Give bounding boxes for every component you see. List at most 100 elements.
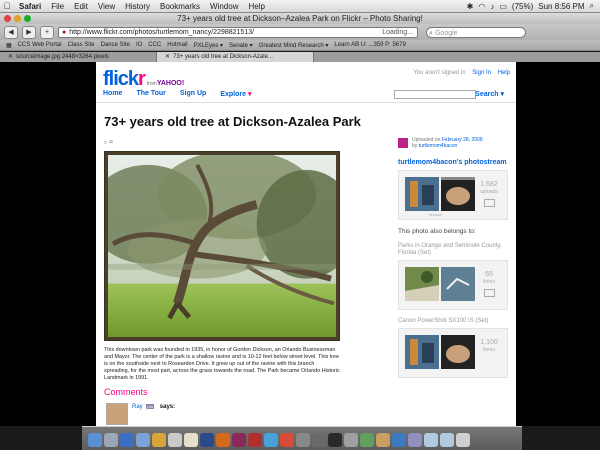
sign-in-link[interactable]: Sign In [472, 70, 491, 76]
bookmark-item[interactable]: Greatest Mind Research ▾ [259, 42, 329, 49]
bookmark-item[interactable]: Hotmail [167, 42, 187, 48]
bluetooth-icon[interactable]: ✱ [467, 2, 474, 11]
set1-box[interactable]: 65 items [398, 260, 508, 310]
set2-title[interactable]: Canon PowerShot SX100 IS (Set) [398, 318, 510, 325]
upload-info: Uploaded on February 28, 2008 by turtlem… [398, 137, 510, 155]
ichat-icon[interactable] [152, 433, 166, 447]
documents-folder-icon[interactable] [440, 433, 454, 447]
tab-flickr[interactable]: ✕ 73+ years old tree at Dickson-Azale... [157, 52, 314, 62]
utility-icon[interactable] [344, 433, 358, 447]
google-search-input[interactable]: ⌕ Google [426, 26, 526, 38]
downloads-folder-icon[interactable] [424, 433, 438, 447]
menu-edit[interactable]: Edit [69, 2, 93, 11]
bookmark-item[interactable]: IO [136, 42, 142, 48]
mail-icon[interactable] [136, 433, 150, 447]
system-preferences-icon[interactable] [312, 433, 326, 447]
wifi-icon[interactable]: ◠ [478, 2, 485, 11]
acrobat-icon[interactable] [248, 433, 262, 447]
tab-sourceimage[interactable]: ✕ sourceimage.jpg 2448×3264 pixels [0, 52, 157, 62]
add-bookmark-button[interactable]: + [40, 25, 54, 39]
nav-signup[interactable]: Sign Up [180, 90, 206, 98]
bookmark-item[interactable]: Class Site [68, 42, 95, 48]
app-icon[interactable] [376, 433, 390, 447]
menu-history[interactable]: History [120, 2, 155, 11]
bookmark-item[interactable]: Dance Site [101, 42, 130, 48]
menu-window[interactable]: Window [205, 2, 243, 11]
bookmark-item[interactable]: Learn AB U: ...359 P: 5679 [334, 42, 405, 48]
set1-thumb-current[interactable] [441, 267, 475, 301]
set2-box[interactable]: 1,100 items [398, 328, 508, 378]
spotlight-icon[interactable]: ⌕ [590, 1, 594, 11]
set2-thumb-prev[interactable] [405, 335, 439, 369]
address-bar[interactable]: ● http://www.flickr.com/photos/turtlemom… [58, 26, 418, 38]
owner-link[interactable]: turtlemom4bacon [419, 143, 458, 149]
bookmarks-grid-icon[interactable]: ▦ [6, 42, 12, 49]
comment-item: Ray pro says: [104, 403, 340, 425]
flickr-logo[interactable]: flickr fromYAHOO! [103, 68, 184, 91]
set1-title[interactable]: Parks in Orange and Seminole County, Flo… [398, 243, 510, 257]
avatar[interactable] [398, 138, 408, 148]
bookmark-item[interactable]: CCS Web Portal [18, 42, 62, 48]
illustrator-icon[interactable] [216, 433, 230, 447]
minimize-window-icon[interactable] [14, 15, 21, 22]
preview-icon[interactable] [296, 433, 310, 447]
close-tab-icon[interactable]: ✕ [165, 54, 170, 60]
dock [82, 426, 522, 450]
slideshow-icon[interactable] [483, 289, 495, 297]
address-url: http://www.flickr.com/photos/turtlemom_n… [69, 28, 255, 36]
photostream-title[interactable]: turtlemom4bacon's photostream [398, 159, 510, 167]
safari-icon[interactable] [120, 433, 134, 447]
set1-thumb-prev[interactable] [405, 267, 439, 301]
nav-home[interactable]: Home [103, 90, 122, 98]
forward-button[interactable]: ▶ [22, 25, 36, 39]
trash-icon[interactable] [456, 433, 470, 447]
app-icon[interactable] [360, 433, 374, 447]
photostream-count: 1,682 uploads [479, 181, 499, 207]
flash-icon[interactable] [280, 433, 294, 447]
photostream-thumb-prev[interactable] [405, 177, 439, 211]
menubar-clock[interactable]: Sun 8:56 PM [538, 2, 584, 11]
back-button[interactable]: ◀ [4, 25, 18, 39]
flickr-search-input[interactable] [394, 90, 476, 99]
address-book-icon[interactable] [168, 433, 182, 447]
menu-bookmarks[interactable]: Bookmarks [155, 2, 205, 11]
close-tab-icon[interactable]: ✕ [8, 54, 13, 60]
close-window-icon[interactable] [4, 15, 11, 22]
indesign-icon[interactable] [232, 433, 246, 447]
app-icon[interactable] [408, 433, 422, 447]
main-photo[interactable] [104, 151, 340, 341]
slideshow-icon[interactable] [483, 199, 495, 207]
app-icon[interactable] [392, 433, 406, 447]
menu-safari[interactable]: Safari [14, 2, 46, 11]
ical-icon[interactable] [184, 433, 198, 447]
photoshop-icon[interactable] [200, 433, 214, 447]
bookmark-item[interactable]: PXLEyes ▾ [194, 42, 223, 49]
finder-icon[interactable] [88, 433, 102, 447]
zoom-window-icon[interactable] [24, 15, 31, 22]
photo-tools-icon[interactable]: ⌕ ✉ [104, 140, 113, 147]
photostream-thumb-current[interactable] [441, 177, 475, 211]
apple-icon[interactable]:  [0, 1, 14, 11]
flickr-search-button[interactable]: Search ▾ [475, 90, 504, 98]
set2-thumb-current[interactable] [441, 335, 475, 369]
bookmark-item[interactable]: CCC [148, 42, 161, 48]
nav-explore[interactable]: Explore ▾ [220, 90, 251, 98]
nav-tour[interactable]: The Tour [136, 90, 165, 98]
itunes-icon[interactable] [264, 433, 278, 447]
dashboard-icon[interactable] [104, 433, 118, 447]
bookmark-item[interactable]: Senate ▾ [229, 42, 253, 49]
terminal-icon[interactable] [328, 433, 342, 447]
photostream-box[interactable]: 1,682 uploads browse [398, 170, 508, 220]
battery-icon[interactable]: ▭ [499, 2, 507, 11]
menu-help[interactable]: Help [243, 2, 269, 11]
menu-view[interactable]: View [93, 2, 120, 11]
page-right-margin [516, 62, 600, 426]
tab-label: 73+ years old tree at Dickson-Azale... [173, 54, 273, 60]
avatar[interactable] [106, 403, 128, 425]
volume-icon[interactable]: ♪ [490, 2, 494, 11]
help-link[interactable]: Help [498, 70, 510, 76]
loading-status: Loading... [382, 28, 413, 36]
commenter-name[interactable]: Ray [132, 404, 143, 410]
menu-file[interactable]: File [46, 2, 69, 11]
browse-link[interactable]: browse [429, 212, 442, 217]
